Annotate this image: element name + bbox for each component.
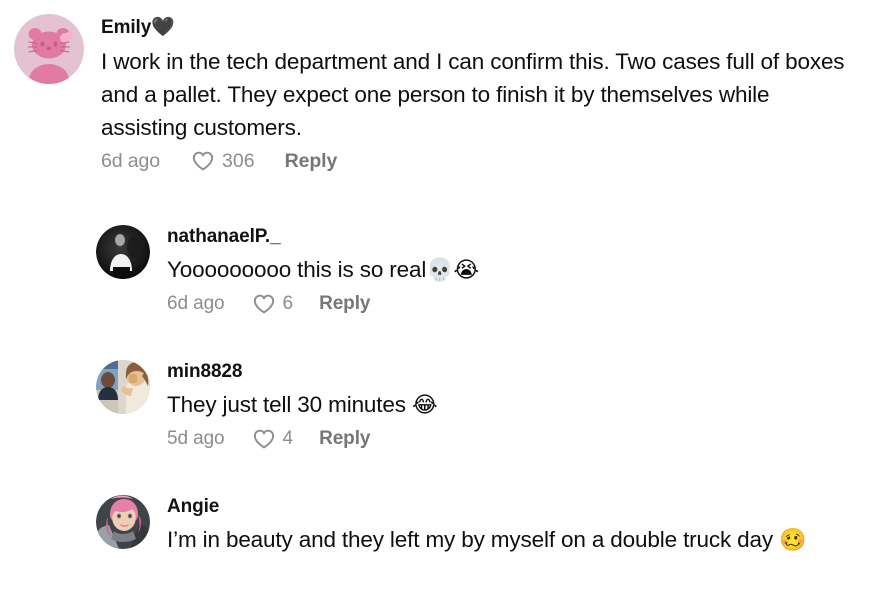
comment-text-span: Yooooooooo this is so real bbox=[167, 256, 427, 282]
woman-drinking-avatar bbox=[96, 360, 150, 414]
heart-outline-icon bbox=[253, 294, 274, 314]
hello-kitty-avatar bbox=[14, 14, 84, 84]
like-count: 6 bbox=[282, 292, 294, 314]
comment-meta-emily: 6d ago 306 Reply bbox=[101, 150, 866, 173]
reply-button[interactable]: Reply bbox=[319, 428, 370, 450]
timestamp: 5d ago bbox=[167, 427, 225, 449]
woozy-face-emoji: 🥴 bbox=[779, 527, 807, 553]
avatar-emily[interactable] bbox=[14, 14, 84, 84]
comment-body-emily: Emily🖤 I work in the tech department and… bbox=[101, 14, 866, 173]
reply-button[interactable]: Reply bbox=[285, 150, 338, 173]
comment-text-angie: I’m in beauty and they left my by myself… bbox=[167, 523, 847, 557]
comment-body-nathanael: nathanaelP._ Yooooooooo this is so real💀… bbox=[167, 225, 866, 315]
avatar-angie[interactable] bbox=[96, 495, 150, 549]
username-text: Emily bbox=[101, 17, 152, 38]
like-button[interactable]: 4 bbox=[253, 427, 294, 450]
username-min8828[interactable]: min8828 bbox=[167, 361, 866, 384]
comment-body-min8828: min8828 They just tell 30 minutes 😂 5d a… bbox=[167, 360, 866, 450]
comment-text-min8828: They just tell 30 minutes 😂 bbox=[167, 388, 847, 422]
comment-thread: Emily🖤 I work in the tech department and… bbox=[0, 0, 872, 610]
tears-of-joy-emoji: 😂 bbox=[411, 392, 438, 418]
like-count: 306 bbox=[222, 149, 255, 172]
timestamp: 6d ago bbox=[101, 149, 161, 172]
comment-meta-min8828: 5d ago 4 Reply bbox=[167, 428, 866, 450]
dark-photo-avatar bbox=[96, 225, 150, 279]
comment-text-span: I’m in beauty and they left my by myself… bbox=[167, 526, 780, 552]
avatar-nathanael[interactable] bbox=[96, 225, 150, 279]
avatar-min8828[interactable] bbox=[96, 360, 150, 414]
comment-meta-nathanael: 6d ago 6 Reply bbox=[167, 293, 866, 315]
skull-crying-emoji: 💀😭 bbox=[426, 257, 480, 283]
comment-body-angie: Angie I’m in beauty and they left my by … bbox=[167, 495, 866, 557]
comment-reply-nathanael: nathanaelP._ Yooooooooo this is so real💀… bbox=[96, 225, 866, 315]
comment-text-emily: I work in the tech department and I can … bbox=[101, 48, 845, 140]
comment-text-span: They just tell 30 minutes bbox=[167, 391, 412, 417]
like-button[interactable]: 306 bbox=[192, 150, 255, 173]
comment-reply-angie: Angie I’m in beauty and they left my by … bbox=[96, 495, 866, 557]
heart-outline-icon bbox=[192, 152, 214, 171]
comment-text-nathanael: Yooooooooo this is so real💀😭 bbox=[167, 253, 847, 287]
like-count: 4 bbox=[282, 427, 294, 449]
black-heart-emoji: 🖤 bbox=[151, 16, 175, 38]
comment-root-emily: Emily🖤 I work in the tech department and… bbox=[14, 14, 866, 173]
like-button[interactable]: 6 bbox=[253, 292, 294, 315]
username-emily[interactable]: Emily🖤 bbox=[101, 16, 866, 40]
timestamp: 6d ago bbox=[167, 292, 225, 314]
username-angie[interactable]: Angie bbox=[167, 496, 866, 519]
reply-button[interactable]: Reply bbox=[319, 293, 370, 315]
heart-outline-icon bbox=[253, 429, 274, 449]
username-nathanael[interactable]: nathanaelP._ bbox=[167, 226, 866, 249]
pink-hair-avatar bbox=[96, 495, 150, 549]
comment-reply-min8828: min8828 They just tell 30 minutes 😂 5d a… bbox=[96, 360, 866, 450]
